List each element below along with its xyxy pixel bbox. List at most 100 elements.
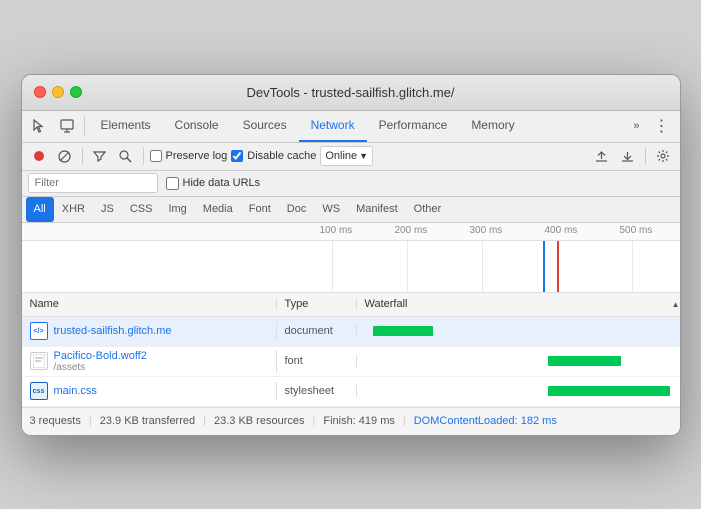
type-tab-xhr[interactable]: XHR — [54, 197, 93, 222]
type-tab-other[interactable]: Other — [406, 197, 450, 222]
tab-network[interactable]: Network — [299, 111, 367, 142]
sep2: | — [203, 415, 206, 427]
type-tab-img[interactable]: Img — [160, 197, 194, 222]
dcl-line — [543, 241, 545, 292]
nav-tabs: Elements Console Sources Network Perform… — [89, 111, 626, 142]
type-tab-css[interactable]: CSS — [122, 197, 161, 222]
filter-icon[interactable] — [89, 145, 111, 167]
type-tab-media[interactable]: Media — [195, 197, 241, 222]
filter-input[interactable] — [28, 173, 158, 193]
window-title: DevTools - trusted-sailfish.glitch.me/ — [246, 85, 454, 100]
type-tab-all[interactable]: All — [26, 197, 54, 222]
th-waterfall: Waterfall ▲ — [357, 298, 680, 310]
row3-waterfall — [357, 377, 680, 406]
close-button[interactable] — [34, 86, 46, 98]
row1-waterfall — [357, 317, 680, 346]
clear-button[interactable] — [54, 145, 76, 167]
download-icon[interactable] — [617, 145, 639, 167]
ruler-300ms: 300 ms — [470, 225, 503, 236]
hide-data-checkbox[interactable]: Hide data URLs — [166, 177, 261, 190]
table-row[interactable]: css main.css stylesheet — [22, 377, 680, 407]
tab-memory[interactable]: Memory — [459, 111, 526, 142]
gridline-500 — [632, 241, 633, 292]
th-type: Type — [277, 298, 357, 310]
minimize-button[interactable] — [52, 86, 64, 98]
timeline-ruler: 100 ms 200 ms 300 ms 400 ms 500 ms — [22, 223, 680, 241]
table-row[interactable]: </> trusted-sailfish.glitch.me document — [22, 317, 680, 347]
hide-data-input[interactable] — [166, 177, 179, 190]
preserve-log-checkbox[interactable]: Preserve log — [150, 150, 228, 162]
titlebar: DevTools - trusted-sailfish.glitch.me/ — [22, 75, 680, 111]
traffic-lights — [34, 86, 82, 98]
type-tabs: All XHR JS CSS Img Media Font Doc WS Man… — [22, 197, 680, 223]
tab-elements[interactable]: Elements — [89, 111, 163, 142]
upload-icon[interactable] — [591, 145, 613, 167]
toolbar-divider-2 — [143, 147, 144, 165]
tab-performance[interactable]: Performance — [367, 111, 460, 142]
sep1: | — [89, 415, 92, 427]
chevron-down-icon: ▼ — [359, 151, 368, 161]
more-tabs-button[interactable]: » — [627, 120, 645, 132]
devtools-container: Elements Console Sources Network Perform… — [22, 111, 680, 435]
status-bar: 3 requests | 23.9 KB transferred | 23.3 … — [22, 407, 680, 435]
row3-name: css main.css — [22, 382, 277, 400]
table-header: Name Type Waterfall ▲ — [22, 293, 680, 317]
row2-name: Pacifico-Bold.woff2 /assets — [22, 350, 277, 373]
maximize-button[interactable] — [70, 86, 82, 98]
toolbar-divider-1 — [82, 147, 83, 165]
search-icon[interactable] — [115, 145, 137, 167]
type-tab-font[interactable]: Font — [241, 197, 279, 222]
th-name: Name — [22, 298, 277, 310]
ruler-100ms: 100 ms — [320, 225, 353, 236]
sort-icon: ▲ — [672, 300, 680, 309]
row1-type: document — [277, 325, 357, 337]
settings-icon[interactable] — [652, 145, 674, 167]
toolbar-divider-3 — [645, 147, 646, 165]
devtools-window: DevTools - trusted-sailfish.glitch.me/ E… — [21, 74, 681, 436]
cursor-icon[interactable] — [26, 113, 52, 139]
disable-cache-checkbox[interactable]: Disable cache — [231, 150, 316, 162]
ruler-200ms: 200 ms — [395, 225, 428, 236]
sep3: | — [312, 415, 315, 427]
nav-separator — [84, 116, 85, 136]
ruler-400ms: 400 ms — [545, 225, 578, 236]
font-icon — [30, 352, 48, 370]
row1-bar — [373, 326, 433, 336]
type-tab-js[interactable]: JS — [93, 197, 122, 222]
inspect-icon[interactable] — [54, 113, 80, 139]
disable-cache-input[interactable] — [231, 150, 243, 162]
type-tab-doc[interactable]: Doc — [279, 197, 315, 222]
nav-bar: Elements Console Sources Network Perform… — [22, 111, 680, 143]
gridline-100 — [332, 241, 333, 292]
row2-bar — [548, 356, 621, 366]
gridline-200 — [407, 241, 408, 292]
row3-bar — [548, 386, 670, 396]
filter-bar: Hide data URLs — [22, 171, 680, 197]
row2-path: /assets — [54, 362, 147, 373]
ruler-500ms: 500 ms — [620, 225, 653, 236]
load-line — [557, 241, 559, 292]
timeline-area: 100 ms 200 ms 300 ms 400 ms 500 ms — [22, 223, 680, 293]
css-icon: css — [30, 382, 48, 400]
status-dcl[interactable]: DOMContentLoaded: 182 ms — [414, 415, 557, 427]
toolbar: Preserve log Disable cache Online ▼ — [22, 143, 680, 171]
html-icon: </> — [30, 322, 48, 340]
record-button[interactable] — [28, 145, 50, 167]
tab-console[interactable]: Console — [163, 111, 231, 142]
hide-data-label: Hide data URLs — [183, 177, 261, 189]
status-transferred: 23.9 KB transferred — [100, 415, 195, 427]
tab-sources[interactable]: Sources — [231, 111, 299, 142]
devtools-menu-button[interactable]: ⋮ — [648, 116, 676, 136]
gridline-300 — [482, 241, 483, 292]
preserve-log-label: Preserve log — [166, 150, 228, 162]
status-finish: Finish: 419 ms — [323, 415, 395, 427]
table-row[interactable]: Pacifico-Bold.woff2 /assets font — [22, 347, 680, 377]
network-table: Name Type Waterfall ▲ </> trusted-sailfi… — [22, 293, 680, 407]
throttle-label: Online — [325, 150, 357, 162]
row1-name: </> trusted-sailfish.glitch.me — [22, 322, 277, 340]
row3-type: stylesheet — [277, 385, 357, 397]
throttle-select[interactable]: Online ▼ — [320, 146, 373, 166]
preserve-log-input[interactable] — [150, 150, 162, 162]
type-tab-ws[interactable]: WS — [314, 197, 348, 222]
type-tab-manifest[interactable]: Manifest — [348, 197, 406, 222]
